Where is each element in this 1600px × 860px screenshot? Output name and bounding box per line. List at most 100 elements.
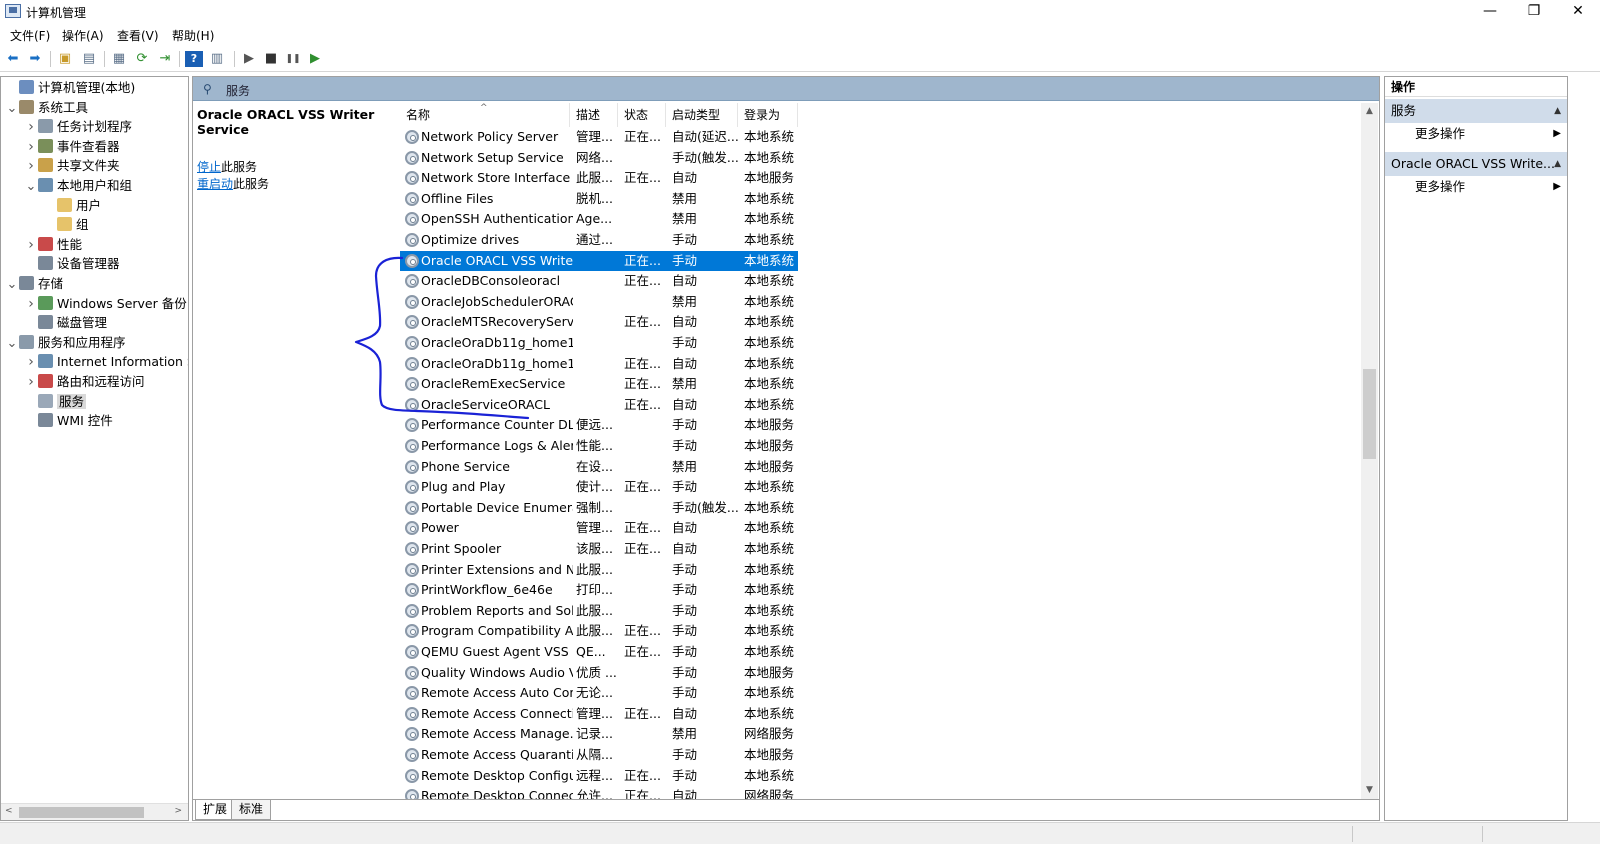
collapsed-chevron-icon[interactable]: › bbox=[24, 236, 38, 255]
service-row[interactable]: Offline Files 脱机... 禁用 本地系统 bbox=[400, 189, 798, 210]
stop-service-icon[interactable]: ■ bbox=[262, 51, 280, 67]
service-row[interactable]: Network Setup Service 网络... 手动(触发... 本地系统 bbox=[400, 148, 798, 169]
tree-item[interactable]: ⌄ 本地用户和组 bbox=[24, 176, 132, 195]
collapsed-chevron-icon[interactable]: › bbox=[24, 353, 38, 372]
refresh-icon[interactable]: ⟳ bbox=[133, 51, 151, 67]
scroll-down-icon[interactable]: ▼ bbox=[1361, 782, 1378, 799]
restart-service-icon[interactable]: ▶ bbox=[306, 51, 324, 67]
tree-item[interactable]: 服务 bbox=[24, 392, 87, 411]
service-row[interactable]: Quality Windows Audio V... 优质 ... 手动 本地服务 bbox=[400, 663, 798, 684]
service-row[interactable]: Program Compatibility A... 此服... 正在... 手动 本地… bbox=[400, 621, 798, 642]
tree-item[interactable]: 设备管理器 bbox=[24, 254, 120, 273]
service-row[interactable]: Print Spooler 该服... 正在... 自动 本地系统 bbox=[400, 539, 798, 560]
service-row[interactable]: OracleJobSchedulerORACL 禁用 本地系统 bbox=[400, 292, 798, 313]
service-row[interactable]: Remote Desktop Configu... 远程... 正在... 手动 本地系… bbox=[400, 766, 798, 787]
service-row[interactable]: OracleMTSRecoveryServi... 正在... 自动 本地系统 bbox=[400, 312, 798, 333]
scroll-right-icon[interactable]: > bbox=[174, 806, 182, 816]
show-hide-action-pane-icon[interactable]: ▥ bbox=[208, 51, 226, 67]
service-row[interactable]: Performance Counter DL... 便远... 手动 本地服务 bbox=[400, 415, 798, 436]
service-row[interactable]: Printer Extensions and N... 此服... 手动 本地系统 bbox=[400, 560, 798, 581]
service-row[interactable]: OracleDBConsoleoracl 正在... 自动 本地系统 bbox=[400, 271, 798, 292]
column-startup-type[interactable]: 启动类型 bbox=[666, 103, 738, 127]
start-service-icon[interactable]: ▶ bbox=[240, 51, 258, 67]
stop-service-link[interactable]: 停止 bbox=[197, 160, 221, 174]
minimize-button[interactable]: — bbox=[1468, 0, 1512, 24]
service-row[interactable]: OpenSSH Authentication ...Age... 禁用 本地系统 bbox=[400, 209, 798, 230]
service-row[interactable]: Network Policy Server 管理... 正在... 自动(延迟... 本… bbox=[400, 127, 798, 148]
more-actions-services[interactable]: 更多操作 ▶ bbox=[1385, 123, 1567, 145]
tree-item[interactable]: ⌄ 存储 bbox=[5, 274, 63, 293]
service-row[interactable]: Remote Access Auto Con... 无论... 手动 本地系统 bbox=[400, 683, 798, 704]
tree-item[interactable]: › Windows Server 备份 bbox=[24, 294, 187, 313]
service-row[interactable]: OracleRemExecService 正在... 禁用 本地系统 bbox=[400, 374, 798, 395]
scroll-up-icon[interactable]: ▲ bbox=[1361, 103, 1378, 120]
actions-group-services[interactable]: 服务 ▲ bbox=[1385, 99, 1567, 123]
service-row[interactable]: OracleOraDb11g_home1... 正在... 自动 本地系统 bbox=[400, 354, 798, 375]
tree-item[interactable]: › 事件查看器 bbox=[24, 137, 120, 156]
service-row[interactable]: Problem Reports and Sol... 此服... 手动 本地系统 bbox=[400, 601, 798, 622]
tree-item[interactable]: › 共享文件夹 bbox=[24, 156, 120, 175]
expanded-chevron-icon[interactable]: ⌄ bbox=[5, 99, 19, 118]
service-row[interactable]: Power 管理... 正在... 自动 本地系统 bbox=[400, 518, 798, 539]
close-button[interactable]: ✕ bbox=[1556, 0, 1600, 24]
collapsed-chevron-icon[interactable]: › bbox=[24, 295, 38, 314]
back-arrow-icon[interactable]: ⬅ bbox=[4, 51, 22, 67]
service-row[interactable]: Portable Device Enumera...强制... 手动(触发... 本… bbox=[400, 498, 798, 519]
service-row[interactable]: Optimize drives 通过... 手动 本地系统 bbox=[400, 230, 798, 251]
scrollbar-thumb[interactable] bbox=[19, 807, 144, 818]
menu-view[interactable]: 查看(V) bbox=[117, 27, 159, 44]
collapse-icon[interactable]: ▲ bbox=[1554, 99, 1561, 123]
scroll-left-icon[interactable]: < bbox=[5, 806, 13, 816]
pause-service-icon[interactable]: ❚❚ bbox=[284, 51, 302, 67]
service-row[interactable]: Remote Access Quaranti... 从隔... 手动 本地服务 bbox=[400, 745, 798, 766]
menu-action[interactable]: 操作(A) bbox=[62, 27, 104, 44]
up-folder-icon[interactable]: ▣ bbox=[56, 51, 74, 67]
service-row[interactable]: Remote Desktop Connec... 允许... 正在... 自动 网络服务 bbox=[400, 786, 798, 799]
service-row[interactable]: OracleServiceORACL 正在... 自动 本地系统 bbox=[400, 395, 798, 416]
tree-item[interactable]: 组 bbox=[43, 215, 89, 234]
expanded-chevron-icon[interactable]: ⌄ bbox=[5, 334, 19, 353]
tree-item[interactable]: 用户 bbox=[43, 196, 101, 215]
show-hide-tree-icon[interactable]: ▤ bbox=[80, 51, 98, 67]
service-row[interactable]: Phone Service 在设... 禁用 本地服务 bbox=[400, 457, 798, 478]
tree-item[interactable]: › Internet Information S bbox=[24, 352, 188, 372]
tree-item[interactable]: › 路由和远程访问 bbox=[24, 372, 145, 391]
tree-item[interactable]: › 任务计划程序 bbox=[24, 117, 132, 136]
collapsed-chevron-icon[interactable]: › bbox=[24, 118, 38, 137]
service-row[interactable]: Oracle ORACL VSS Write... 正在... 手动 本地系统 bbox=[400, 250, 798, 272]
scrollbar-thumb[interactable] bbox=[1363, 369, 1376, 459]
service-row[interactable]: Performance Logs & Aler... 性能... 手动 本地服务 bbox=[400, 436, 798, 457]
menu-file[interactable]: 文件(F) bbox=[10, 27, 50, 44]
actions-group-selected-service[interactable]: Oracle ORACL VSS Write... ▲ bbox=[1385, 152, 1567, 176]
tab-extended[interactable]: 扩展 bbox=[195, 800, 236, 820]
tree-item[interactable]: ⌄ 服务和应用程序 bbox=[5, 333, 126, 352]
column-status[interactable]: 状态 bbox=[618, 103, 666, 127]
collapsed-chevron-icon[interactable]: › bbox=[24, 373, 38, 392]
collapsed-chevron-icon[interactable]: › bbox=[24, 138, 38, 157]
more-actions-selected-service[interactable]: 更多操作 ▶ bbox=[1385, 176, 1567, 198]
list-vertical-scrollbar[interactable]: ▲ ▼ bbox=[1361, 103, 1378, 799]
menu-help[interactable]: 帮助(H) bbox=[172, 27, 214, 44]
expanded-chevron-icon[interactable]: ⌄ bbox=[5, 275, 19, 294]
service-row[interactable]: PrintWorkflow_6e46e 打印... 手动 本地系统 bbox=[400, 580, 798, 601]
properties-icon[interactable]: ▦ bbox=[110, 51, 128, 67]
restore-button[interactable]: ❐ bbox=[1512, 0, 1556, 24]
tree-item[interactable]: › 性能 bbox=[24, 235, 82, 254]
column-logon-as[interactable]: 登录为 bbox=[738, 103, 798, 127]
column-description[interactable]: 描述 bbox=[570, 103, 618, 127]
service-row[interactable]: QEMU Guest Agent VSS ... QE... 正在... 手动 本地系统 bbox=[400, 642, 798, 663]
collapsed-chevron-icon[interactable]: › bbox=[24, 157, 38, 176]
tree-item[interactable]: WMI 控件 bbox=[24, 411, 113, 430]
service-row[interactable]: Plug and Play 使计... 正在... 手动 本地系统 bbox=[400, 477, 798, 498]
service-row[interactable]: OracleOraDb11g_home1... 手动 本地系统 bbox=[400, 333, 798, 354]
service-row[interactable]: Network Store Interface ... 此服... 正在... 自动 本… bbox=[400, 168, 798, 189]
export-list-icon[interactable]: ⇥ bbox=[156, 51, 174, 67]
tree-horizontal-scrollbar[interactable]: < > bbox=[1, 803, 188, 820]
restart-service-link[interactable]: 重启动 bbox=[197, 177, 233, 191]
forward-arrow-icon[interactable]: ➡ bbox=[26, 51, 44, 67]
help-icon[interactable]: ? bbox=[185, 51, 203, 67]
expanded-chevron-icon[interactable]: ⌄ bbox=[24, 177, 38, 196]
tab-standard[interactable]: 标准 bbox=[231, 800, 272, 820]
service-row[interactable]: Remote Access Manage... 记录... 禁用 网络服务 bbox=[400, 724, 798, 745]
service-row[interactable]: Remote Access Connecti... 管理... 正在... 自动 本地系… bbox=[400, 704, 798, 725]
